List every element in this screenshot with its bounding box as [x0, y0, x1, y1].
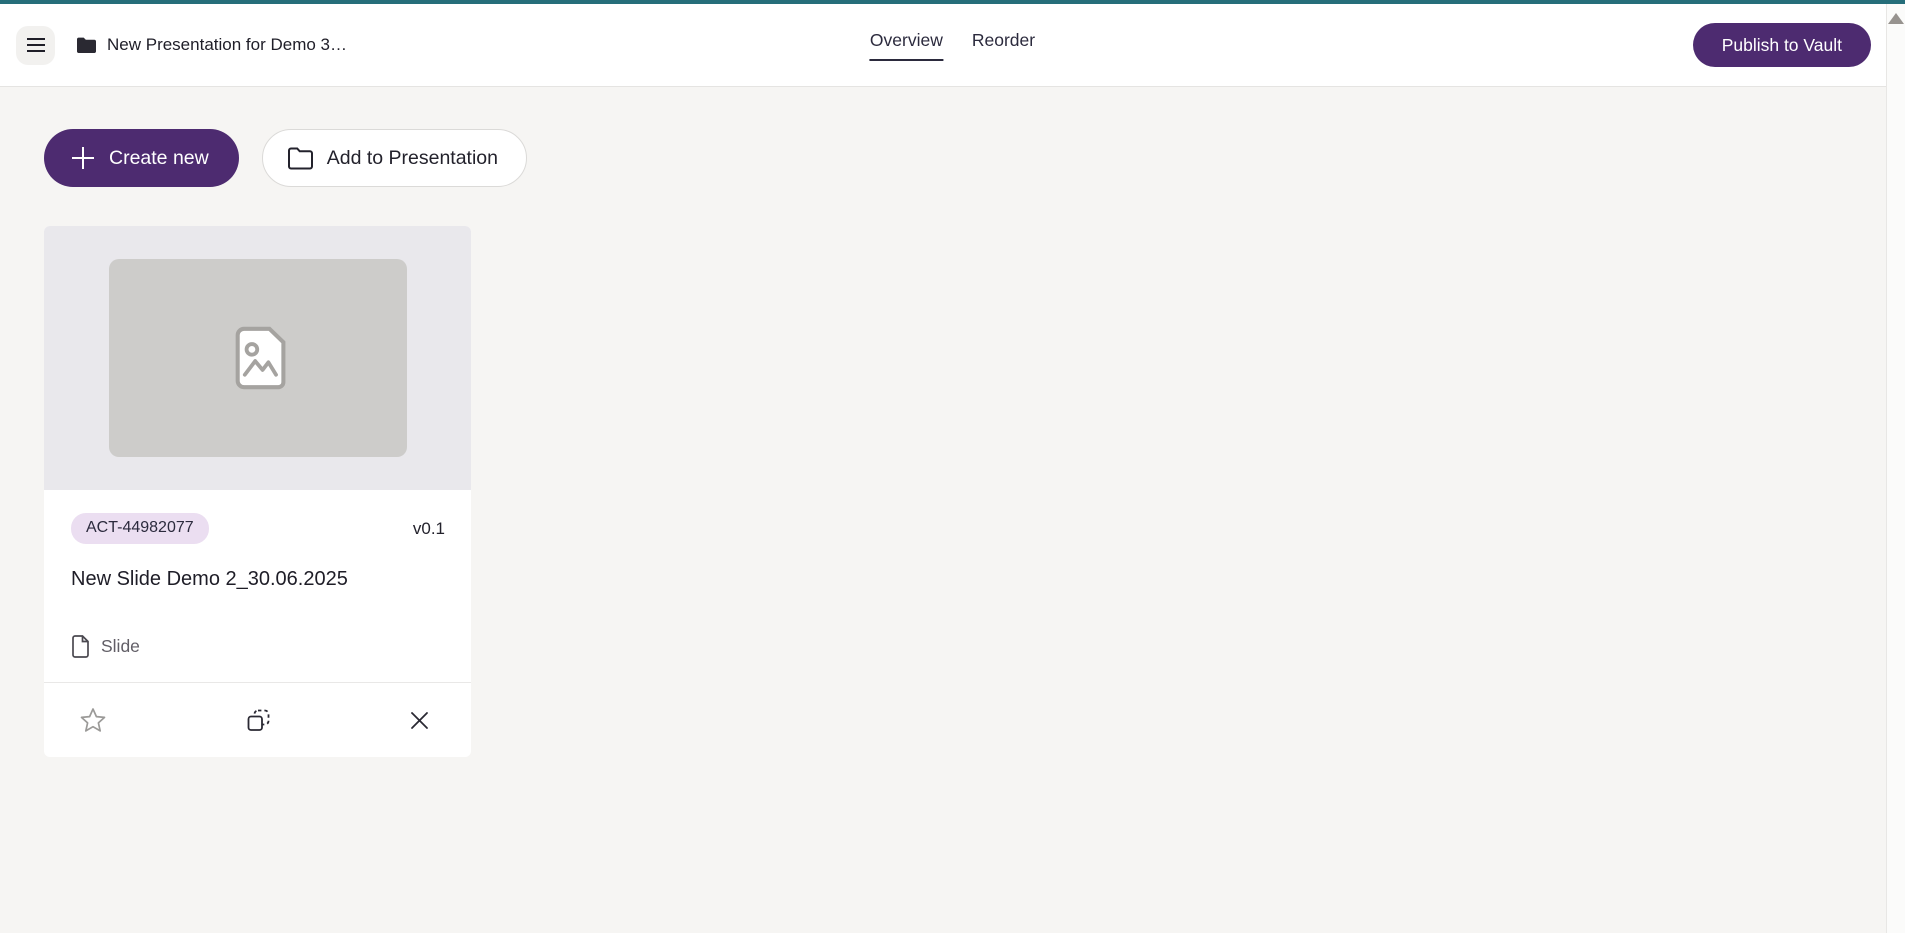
actions-row: Create new Add to Presentation: [44, 129, 1905, 187]
remove-button[interactable]: [406, 707, 433, 734]
hamburger-icon: [26, 37, 46, 53]
add-to-presentation-label: Add to Presentation: [327, 147, 498, 170]
close-icon: [410, 711, 429, 730]
badge-row: ACT-44982077 v0.1: [71, 513, 445, 544]
scroll-up-icon[interactable]: [1888, 13, 1904, 24]
slide-card: ACT-44982077 v0.1 New Slide Demo 2_30.06…: [44, 226, 471, 757]
star-icon: [79, 707, 107, 734]
version-label: v0.1: [413, 519, 445, 539]
breadcrumb[interactable]: New Presentation for Demo 3…: [76, 35, 347, 55]
menu-button[interactable]: [16, 26, 55, 65]
top-bar: New Presentation for Demo 3… Overview Re…: [0, 4, 1905, 87]
create-new-label: Create new: [109, 147, 209, 170]
slide-title[interactable]: New Slide Demo 2_30.06.2025: [71, 568, 445, 591]
card-details: ACT-44982077 v0.1 New Slide Demo 2_30.06…: [44, 490, 471, 682]
file-icon: [71, 635, 90, 658]
thumbnail-placeholder-area: [109, 259, 407, 457]
document-type-label: Slide: [101, 636, 140, 657]
folder-outline-icon: [287, 147, 314, 170]
document-type-row: Slide: [71, 635, 445, 658]
favorite-button[interactable]: [75, 703, 111, 738]
breadcrumb-label: New Presentation for Demo 3…: [107, 35, 347, 55]
image-placeholder-icon: [227, 325, 289, 391]
folder-icon: [76, 37, 97, 54]
document-id-badge: ACT-44982077: [71, 513, 209, 544]
create-new-button[interactable]: Create new: [44, 129, 239, 187]
publish-to-vault-button[interactable]: Publish to Vault: [1693, 23, 1871, 67]
slide-thumbnail[interactable]: [44, 226, 471, 490]
plus-icon: [70, 145, 96, 171]
tab-overview[interactable]: Overview: [869, 16, 944, 75]
header-left: New Presentation for Demo 3…: [16, 26, 347, 65]
page-scrollbar[interactable]: [1886, 4, 1905, 933]
add-to-presentation-button[interactable]: Add to Presentation: [262, 129, 527, 187]
duplicate-icon: [244, 706, 273, 735]
main-content: Create new Add to Presentation: [0, 87, 1905, 757]
tab-reorder[interactable]: Reorder: [971, 16, 1036, 75]
duplicate-button[interactable]: [240, 702, 277, 739]
view-tabs: Overview Reorder: [869, 4, 1036, 86]
card-footer: [44, 683, 471, 757]
